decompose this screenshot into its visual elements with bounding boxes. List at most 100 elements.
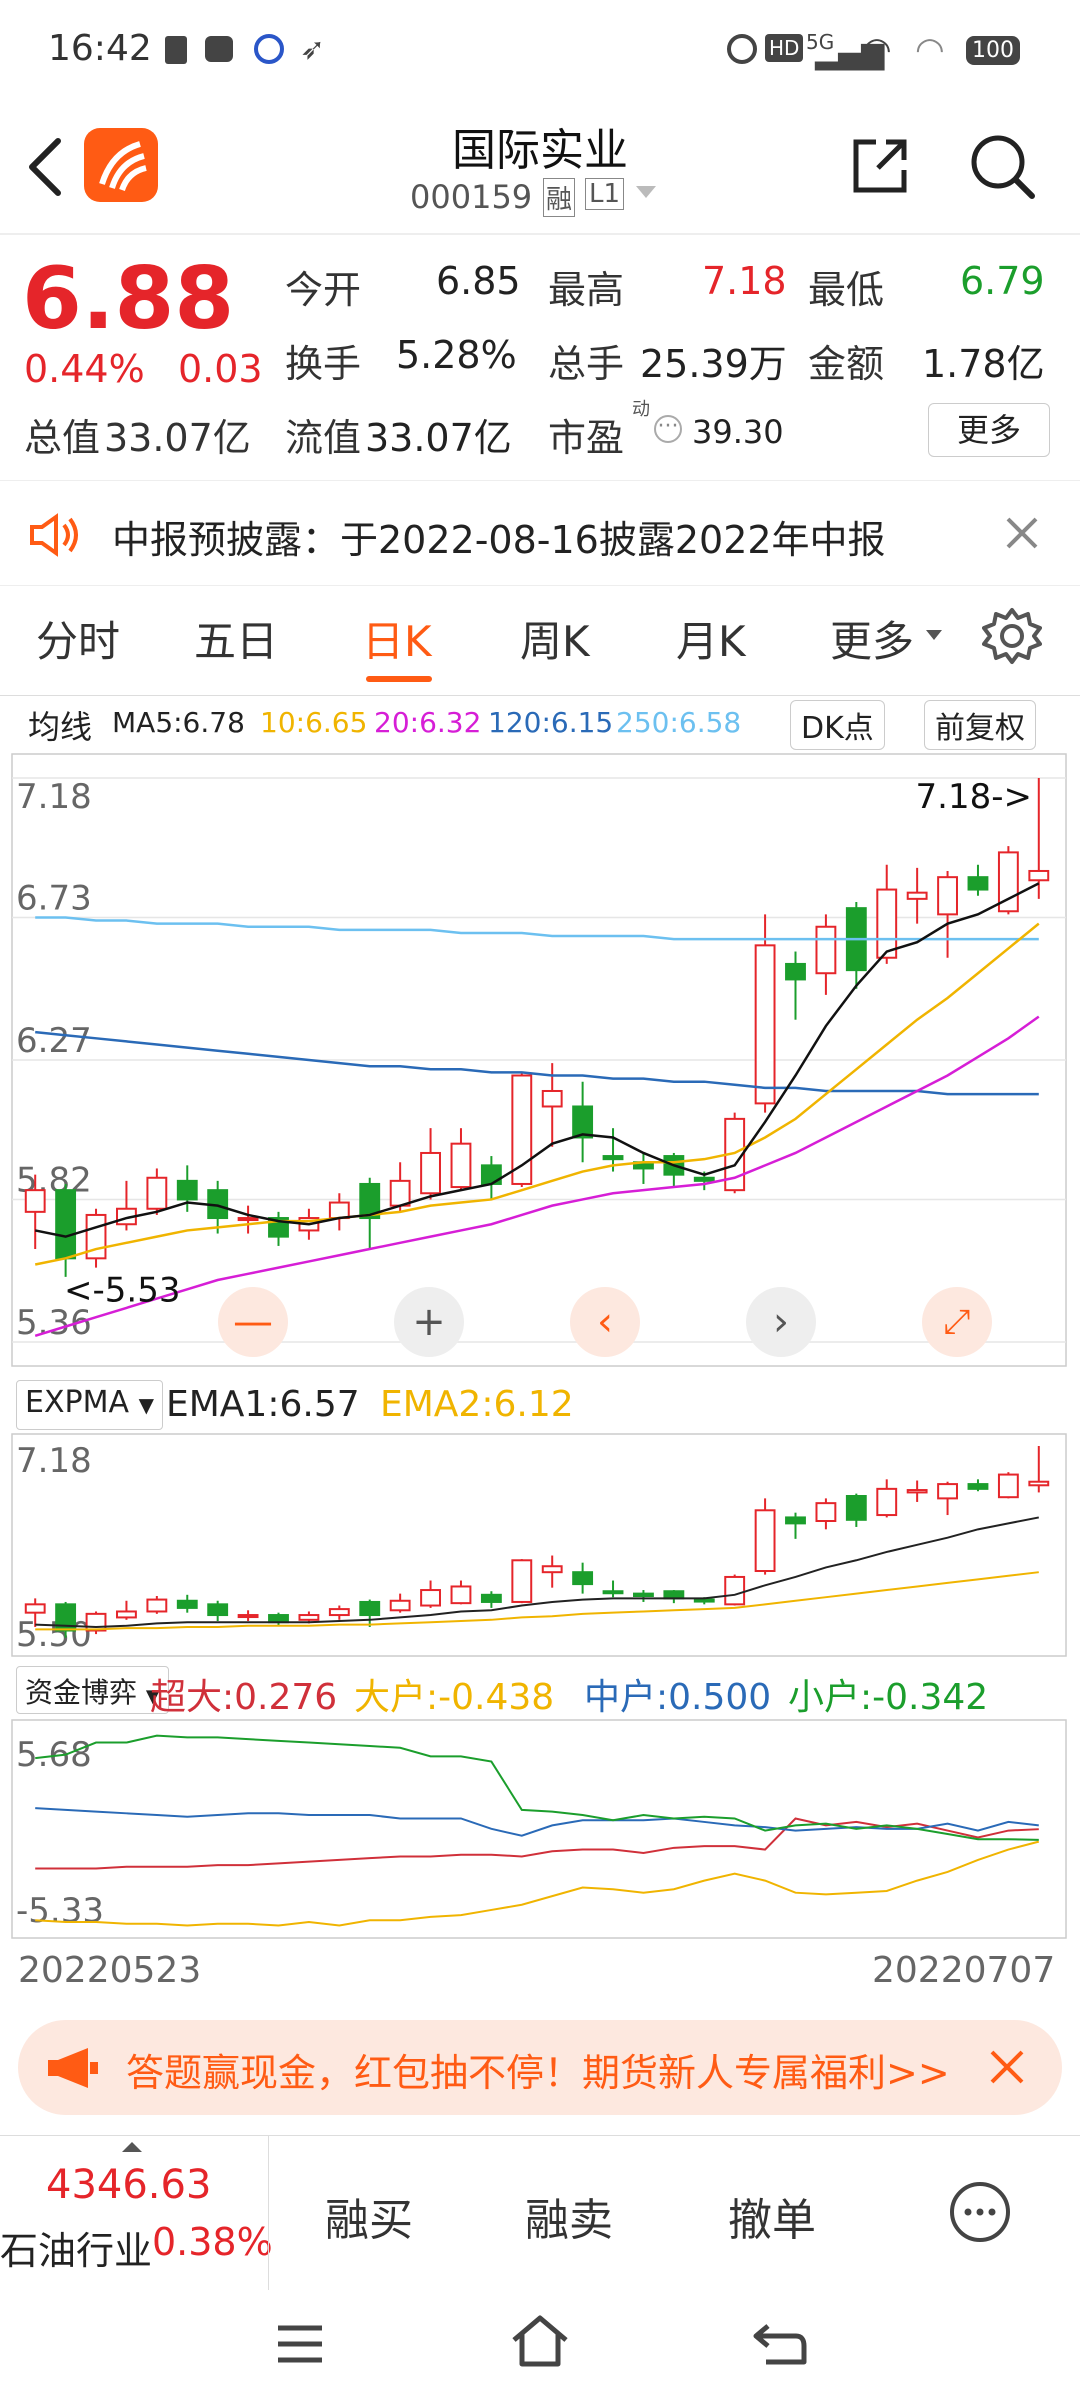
cancel-order-button[interactable]: 撤单: [728, 2184, 816, 2248]
candle-body: [572, 1105, 594, 1139]
candle-body: [937, 1483, 958, 1500]
candle-body: [480, 1593, 502, 1603]
app-logo: [84, 128, 158, 202]
fund-flow-chart[interactable]: 5.68-5.33: [0, 1718, 1080, 1944]
candle-body: [511, 1074, 533, 1185]
y-tick-label: -5.33: [16, 1891, 104, 1931]
candle-body: [572, 1571, 594, 1586]
ema1-line: [35, 1516, 1039, 1628]
ma20-line: [34, 1015, 1040, 1337]
more-dropdown-icon: [926, 630, 942, 640]
candle-body: [146, 1598, 168, 1613]
candle-body: [176, 1599, 198, 1609]
clipboard-icon: [165, 36, 187, 64]
info-dots-icon[interactable]: ···: [654, 415, 682, 443]
level-tag: L1: [585, 178, 625, 210]
zoom-in-button[interactable]: +: [394, 1287, 464, 1357]
margin-tag: 融: [543, 178, 576, 217]
candle-body: [724, 1575, 746, 1606]
hd-icon: HD: [765, 34, 804, 62]
notice-bar[interactable]: 中报预披露：于2022-08-16披露2022年中报: [0, 480, 1080, 586]
candle-body: [420, 1151, 441, 1195]
flow-medium-line: [35, 1807, 1039, 1837]
adjust-button[interactable]: 前复权: [924, 700, 1036, 750]
tab-more[interactable]: 更多: [830, 608, 914, 669]
amount-value: 1.78亿: [922, 342, 1045, 386]
flow-small-label: 小户:-0.342: [788, 1677, 989, 1718]
date-start: 20220523: [18, 1950, 202, 1991]
y-tick-label: 6.73: [16, 878, 92, 918]
menu-icon[interactable]: [274, 2322, 326, 2366]
ma-label[interactable]: 均线: [28, 702, 92, 748]
float-value: 33.07亿: [365, 416, 512, 460]
y-tick-label: 5.50: [16, 1615, 92, 1655]
expma-chart[interactable]: 7.18 5.50: [0, 1432, 1080, 1662]
candle-body: [967, 876, 989, 891]
megaphone-icon: [48, 2048, 98, 2088]
open-label: 今开: [285, 268, 362, 312]
candle-body: [24, 1189, 46, 1213]
more-button[interactable]: 更多: [928, 403, 1050, 457]
tab-weekly-k[interactable]: 周K: [520, 608, 590, 669]
code-dropdown-icon[interactable]: [636, 186, 656, 198]
flow-select[interactable]: 资金博弈 ▼: [16, 1666, 169, 1714]
candle-body: [389, 1179, 411, 1207]
close-icon[interactable]: [1004, 515, 1040, 551]
candle-body: [815, 925, 837, 975]
candle-body: [845, 1495, 867, 1521]
back-icon[interactable]: [24, 135, 64, 199]
current-price: 6.88: [22, 249, 235, 349]
candle-body: [541, 1565, 563, 1574]
stock-header: 国际实业 000159 融 L1: [0, 100, 1080, 235]
fullscreen-button[interactable]: ⤢: [922, 1287, 992, 1357]
scroll-right-button[interactable]: ›: [746, 1287, 816, 1357]
bottom-action-bar: 4346.63 石油行业 0.38% 融买 融卖 撤单: [0, 2135, 1080, 2291]
turnover-label: 换手: [285, 342, 362, 386]
candle-body: [389, 1599, 411, 1612]
ma-indicator-bar: 均线 MA5:6.78 10:6.65 20:6.32 120:6.15 250…: [0, 696, 1080, 752]
close-icon[interactable]: [988, 2048, 1026, 2086]
candle-body: [1028, 1480, 1050, 1487]
candle-body: [541, 1089, 563, 1108]
candle-body: [754, 1509, 776, 1572]
mktcap-label: 总值: [24, 416, 101, 460]
tab-monthly-k[interactable]: 月K: [676, 608, 746, 669]
tab-intraday[interactable]: 分时: [36, 608, 120, 669]
margin-sell-button[interactable]: 融卖: [525, 2184, 613, 2248]
back-nav-icon[interactable]: [752, 2320, 808, 2368]
candle-body: [602, 1155, 624, 1161]
ma10-value: 10:6.65: [260, 706, 368, 739]
expand-up-icon[interactable]: [122, 2142, 142, 2152]
wifi2-icon: ◠: [915, 30, 945, 70]
home-icon[interactable]: [510, 2314, 570, 2370]
ma120-line: [35, 1030, 1039, 1096]
candle-body: [785, 1516, 806, 1525]
ma120-value: 120:6.15: [488, 706, 614, 739]
dk-point-button[interactable]: DK点: [790, 700, 885, 750]
flow-select-label: 资金博弈: [25, 1676, 138, 1709]
scroll-left-button[interactable]: ‹: [570, 1287, 640, 1357]
candle-body: [754, 944, 776, 1105]
candle-body: [24, 1603, 46, 1614]
expma-select[interactable]: EXPMA ▼: [16, 1380, 163, 1430]
divider: [268, 2136, 269, 2291]
tab-five-day[interactable]: 五日: [194, 608, 278, 669]
gear-icon[interactable]: [982, 606, 1042, 666]
candle-body: [176, 1179, 198, 1201]
zoom-out-button[interactable]: —: [218, 1287, 288, 1357]
flow-small-line: [35, 1734, 1039, 1841]
share-icon[interactable]: [848, 134, 912, 198]
status-bar: 16:42 ➶ HD 5G ▂▄▆ ◠ ◠ 100: [0, 0, 1080, 100]
alarm-icon: [727, 34, 757, 64]
more-menu-icon[interactable]: [948, 2180, 1012, 2244]
volume-value: 25.39万: [640, 342, 787, 386]
margin-buy-button[interactable]: 融买: [325, 2184, 413, 2248]
search-icon[interactable]: [966, 130, 1038, 202]
candle-body: [906, 1489, 928, 1494]
kline-chart[interactable]: 7.186.736.275.825.367.18-><-5.53: [0, 752, 1080, 1372]
candle-body: [328, 1201, 350, 1220]
promo-banner[interactable]: 答题赢现金，红包抽不停！期货新人专属福利>>: [18, 2020, 1062, 2115]
tab-daily-k[interactable]: 日K: [362, 608, 432, 669]
candle-body: [450, 1142, 472, 1189]
status-time: 16:42: [48, 28, 152, 69]
